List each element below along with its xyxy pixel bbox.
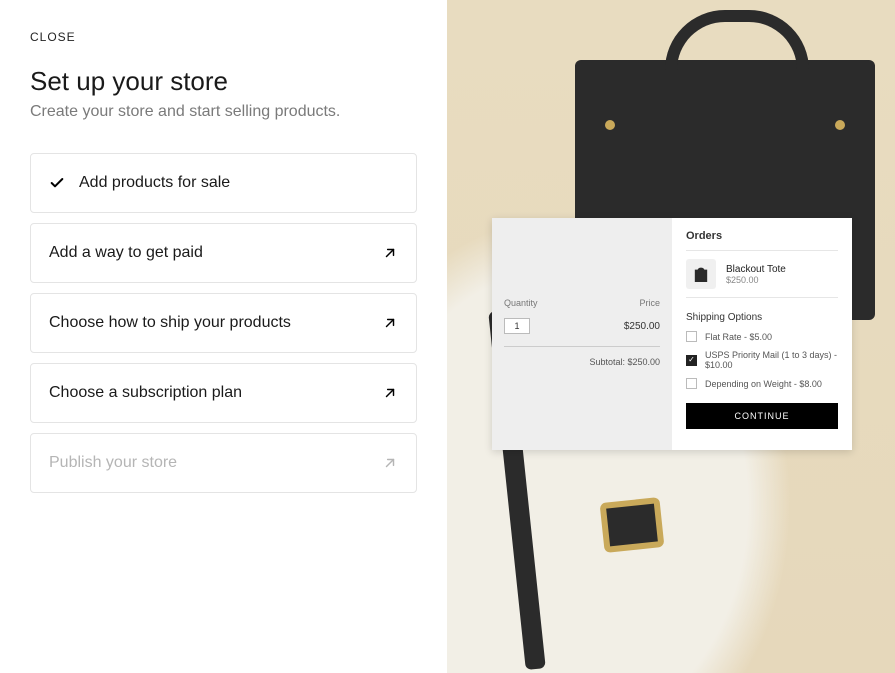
product-row: Blackout Tote $250.00 bbox=[686, 259, 838, 289]
shipping-option[interactable]: USPS Priority Mail (1 to 3 days) - $10.0… bbox=[686, 350, 838, 370]
arrow-up-right-icon bbox=[382, 455, 398, 471]
step-publish: Publish your store bbox=[30, 433, 417, 493]
product-thumbnail bbox=[686, 259, 716, 289]
continue-button[interactable]: CONTINUE bbox=[686, 403, 838, 429]
step-get-paid[interactable]: Add a way to get paid bbox=[30, 223, 417, 283]
quantity-header: Quantity bbox=[504, 298, 538, 308]
shipping-option-label: Flat Rate - $5.00 bbox=[705, 332, 772, 342]
arrow-up-right-icon bbox=[382, 315, 398, 331]
step-subscription[interactable]: Choose a subscription plan bbox=[30, 363, 417, 423]
step-label: Add products for sale bbox=[79, 174, 230, 192]
step-label: Add a way to get paid bbox=[49, 244, 203, 262]
product-name: Blackout Tote bbox=[726, 264, 786, 275]
shipping-options-heading: Shipping Options bbox=[686, 312, 838, 323]
price-header: Price bbox=[639, 298, 660, 308]
setup-steps: Add products for sale Add a way to get p… bbox=[30, 153, 417, 493]
check-icon bbox=[49, 175, 65, 191]
orders-heading: Orders bbox=[686, 230, 838, 242]
step-add-products[interactable]: Add products for sale bbox=[30, 153, 417, 213]
orders-column: Orders Blackout Tote $250.00 Shipping Op… bbox=[672, 218, 852, 450]
arrow-up-right-icon bbox=[382, 245, 398, 261]
arrow-up-right-icon bbox=[382, 385, 398, 401]
close-link[interactable]: CLOSE bbox=[30, 30, 417, 44]
left-panel: CLOSE Set up your store Create your stor… bbox=[0, 0, 447, 673]
orders-preview-card: Quantity Price 1 $250.00 Subtotal: $250.… bbox=[492, 218, 852, 450]
step-label: Publish your store bbox=[49, 454, 177, 472]
shipping-option-label: USPS Priority Mail (1 to 3 days) - $10.0… bbox=[705, 350, 838, 370]
quantity-input[interactable]: 1 bbox=[504, 318, 530, 334]
product-price: $250.00 bbox=[726, 275, 786, 285]
subtotal-label: Subtotal: $250.00 bbox=[504, 357, 660, 367]
checkbox-icon[interactable] bbox=[686, 355, 697, 366]
shipping-option[interactable]: Flat Rate - $5.00 bbox=[686, 331, 838, 342]
checkbox-icon[interactable] bbox=[686, 378, 697, 389]
cart-summary-column: Quantity Price 1 $250.00 Subtotal: $250.… bbox=[492, 218, 672, 450]
checkbox-icon[interactable] bbox=[686, 331, 697, 342]
shipping-option-label: Depending on Weight - $8.00 bbox=[705, 379, 822, 389]
step-label: Choose a subscription plan bbox=[49, 384, 242, 402]
step-label: Choose how to ship your products bbox=[49, 314, 291, 332]
line-price: $250.00 bbox=[624, 321, 660, 332]
step-shipping[interactable]: Choose how to ship your products bbox=[30, 293, 417, 353]
buckle-illustration bbox=[600, 497, 665, 553]
shipping-option[interactable]: Depending on Weight - $8.00 bbox=[686, 378, 838, 389]
right-panel-illustration: Quantity Price 1 $250.00 Subtotal: $250.… bbox=[447, 0, 895, 673]
page-title: Set up your store bbox=[30, 66, 417, 97]
page-subtitle: Create your store and start selling prod… bbox=[30, 103, 417, 121]
